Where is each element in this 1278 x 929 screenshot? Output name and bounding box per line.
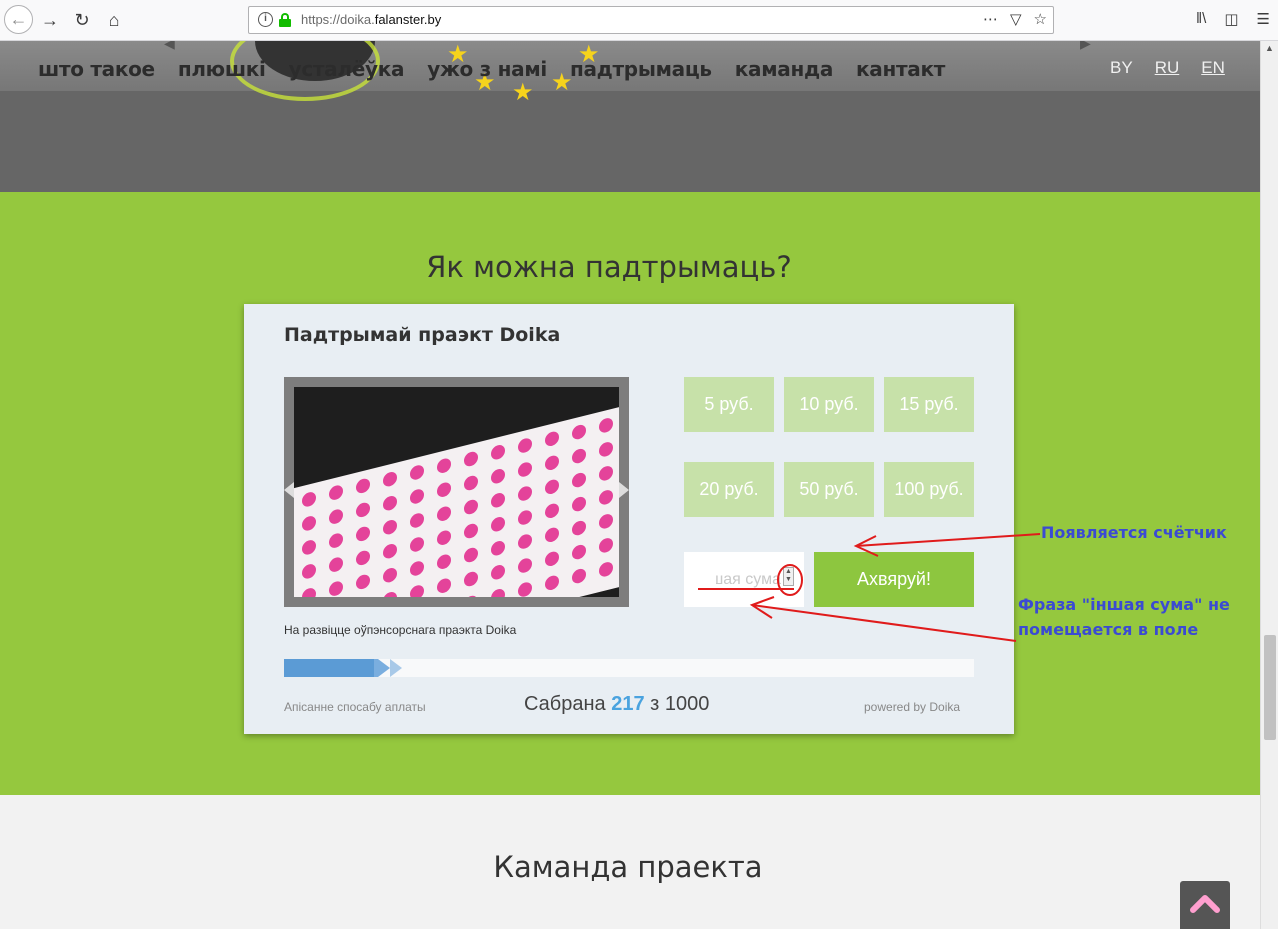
arrow-line-phrase xyxy=(751,604,1017,642)
scroll-up-icon[interactable]: ▲ xyxy=(1265,43,1274,53)
scrollbar-thumb[interactable] xyxy=(1264,635,1276,740)
team-section-title: Каманда праекта xyxy=(493,850,763,884)
arrow-line-counter xyxy=(855,533,1041,547)
circle-spinner xyxy=(777,564,803,596)
page-scrollbar[interactable]: ▲ xyxy=(1260,41,1278,929)
scroll-to-top-button[interactable] xyxy=(1180,881,1230,929)
annotation-arrows xyxy=(698,533,1041,642)
chevron-up-icon xyxy=(1190,895,1220,913)
